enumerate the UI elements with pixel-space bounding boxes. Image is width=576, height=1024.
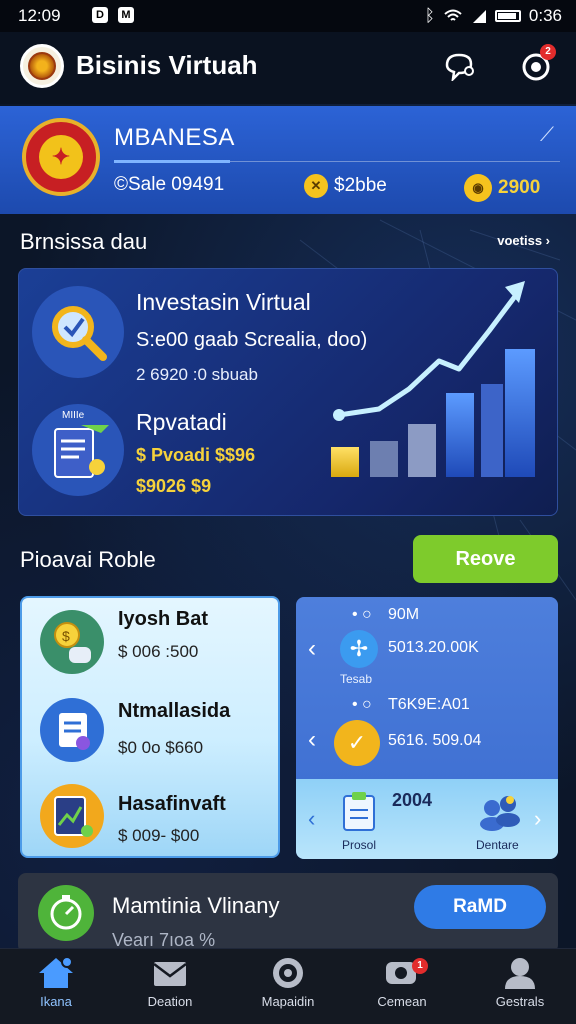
- list-item-value: $ 009- $00: [118, 826, 200, 845]
- timer-icon: [38, 885, 94, 941]
- list-item-title[interactable]: Ntmallasida: [118, 700, 230, 723]
- notification-badge: 2: [540, 44, 556, 60]
- home-icon: [39, 956, 73, 988]
- banner-progress: [114, 160, 230, 163]
- nav-label: Gestrals: [495, 994, 545, 1009]
- svg-text:$: $: [62, 628, 70, 644]
- battery-icon: [494, 10, 521, 22]
- nav-item-cemean[interactable]: Cemean: [352, 956, 452, 1020]
- dots-indicator-2: • ○: [352, 696, 372, 713]
- mail-icon: [153, 962, 187, 986]
- nav-label: Deation: [147, 994, 193, 1009]
- banner-divider: [230, 161, 560, 162]
- clipboard-small-icon: [342, 790, 376, 837]
- nav-item-home[interactable]: Ikana: [6, 956, 106, 1020]
- section-link[interactable]: voetiss ›: [497, 233, 550, 248]
- tablet-chart-icon: [40, 784, 104, 848]
- list-item-title[interactable]: Hasafinvaft: [118, 793, 226, 816]
- status-time-right: 0:36: [528, 6, 562, 25]
- chevron-left-icon-3[interactable]: ‹: [308, 806, 315, 832]
- exchange-row1-label: Tesab: [340, 672, 373, 686]
- nav-label: Mapaidin: [261, 994, 315, 1009]
- section-title: Brnsissa dau: [20, 229, 148, 254]
- profile-icon: [505, 958, 535, 989]
- chevron-left-icon-2[interactable]: ‹: [308, 726, 316, 754]
- chevron-left-icon[interactable]: ‹: [308, 635, 316, 663]
- clipboard-icon: [40, 698, 104, 762]
- magnifier-icon: [32, 286, 124, 378]
- exchange-row1-top: 90M: [388, 606, 420, 623]
- nav-item-mapaidin[interactable]: Mapaidin: [238, 956, 338, 1020]
- users-icon: [478, 792, 522, 837]
- dots-indicator: • ○: [352, 606, 372, 623]
- exchange-row2-top: T6K9E:A01: [388, 696, 470, 713]
- exchange-row3-label-right: Dentare: [476, 838, 519, 852]
- exchange-row2-value: 5616. 509.04: [388, 732, 482, 749]
- chat-icon[interactable]: [442, 48, 478, 84]
- nav-badge: 1: [412, 958, 428, 974]
- invest-subtitle: S:e00 gaab Screalia, doo): [136, 329, 368, 351]
- status-time: 12:09: [18, 6, 61, 25]
- invest-subtitle-2: 2 6920 :0 sbuab: [136, 365, 258, 384]
- invest-line-1: $ Pvoadi $$96: [136, 445, 256, 465]
- status-right: ᛒ 0:36: [425, 6, 562, 26]
- app-title: Bisinis Virtuah: [76, 50, 258, 80]
- nav-label: Cemean: [377, 994, 427, 1009]
- signal-icon: [472, 10, 486, 23]
- nav-item-gestrals[interactable]: Gestrals: [470, 956, 570, 1020]
- chevron-right-icon[interactable]: ⟋: [540, 124, 554, 147]
- check-pen-icon: ✓: [334, 720, 380, 766]
- notification-icon-b: M: [118, 7, 134, 23]
- banner-stat-2-value: $2bbe: [334, 175, 387, 196]
- promo-title: Mamtinia Vlinany: [112, 893, 280, 918]
- wifi-icon: [444, 9, 462, 21]
- banner-stat-1: ©Sale 09491: [114, 174, 225, 195]
- nav-item-deation[interactable]: Deation: [120, 956, 220, 1020]
- exchange-row1-value: 5013.20.00K: [388, 639, 479, 656]
- reove-button[interactable]: Reove: [413, 535, 558, 583]
- promo-button[interactable]: RaMD: [414, 885, 546, 929]
- document-badge-label: MIIIe: [62, 410, 85, 421]
- chevron-right-icon-2[interactable]: ›: [534, 806, 541, 832]
- app-logo: [20, 44, 64, 88]
- list-item-value: $0 0o $660: [118, 738, 204, 757]
- gold-coin-icon: ◉: [464, 174, 492, 202]
- banner-name: MBANESA: [114, 124, 235, 151]
- invest-title-2: Rpvatadi: [136, 409, 227, 435]
- section2-title: Pioavai Roble: [20, 547, 156, 572]
- coin-user-icon: $: [40, 610, 104, 674]
- list-item-value: $ 006 :500: [118, 642, 199, 661]
- banner-stat-2: ✕ $2bbe: [304, 174, 387, 198]
- banner-emblem-icon: ✦: [22, 118, 100, 196]
- banner-stat-3: ◉ 2900: [464, 174, 540, 202]
- notification-icon-a: D: [92, 7, 108, 23]
- nav-label: Ikana: [40, 994, 72, 1009]
- invest-line-2: $9026 $9: [136, 476, 212, 496]
- target-icon: [273, 958, 303, 988]
- invest-title: Investasin Virtual: [136, 289, 311, 315]
- banner-stat-3-value: 2900: [498, 177, 541, 198]
- bluetooth-icon: ᛒ: [424, 6, 435, 25]
- exchange-row3-label-left: Prosol: [342, 838, 377, 852]
- coin-icon: ✕: [304, 174, 328, 198]
- exchange-row3-value: 2004: [392, 790, 433, 810]
- swap-icon: ✢: [340, 630, 378, 668]
- list-item-title[interactable]: Iyosh Bat: [118, 608, 208, 631]
